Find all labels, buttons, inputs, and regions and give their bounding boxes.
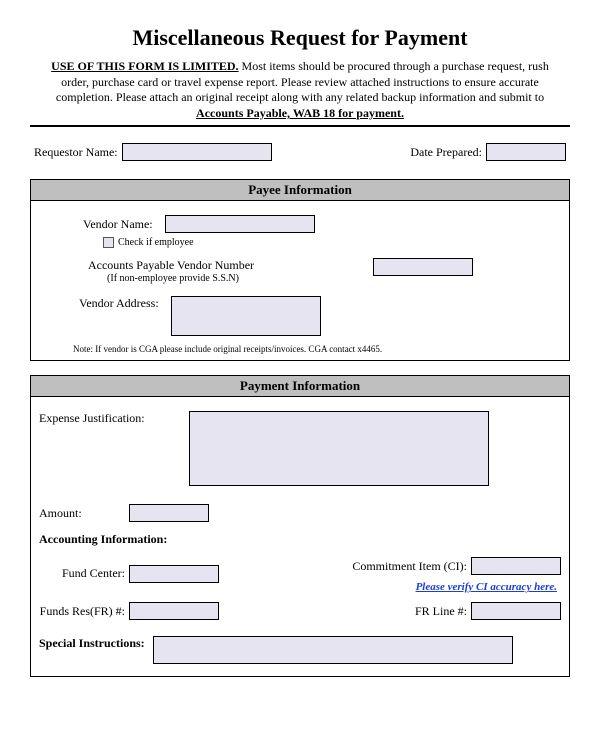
requestor-input[interactable] (122, 143, 272, 161)
requestor-label: Requestor Name: (34, 145, 122, 160)
intro-text: USE OF THIS FORM IS LIMITED. Most items … (40, 59, 560, 121)
apvn-sub: (If non-employee provide S.S.N) (73, 273, 273, 284)
amount-input[interactable] (129, 504, 209, 522)
vendor-name-label: Vendor Name: (83, 217, 157, 232)
requestor-row: Requestor Name: (34, 143, 272, 161)
accounting-label: Accounting Information: (39, 532, 167, 547)
intro-lead: USE OF THIS FORM IS LIMITED. (51, 59, 238, 73)
funds-res-label: Funds Res(FR) #: (39, 604, 129, 619)
date-row: Date Prepared: (410, 143, 566, 161)
apvn-label: Accounts Payable Vendor Number (73, 258, 273, 273)
employee-checkbox[interactable] (103, 237, 114, 248)
verify-ci-link[interactable]: Please verify CI accuracy here. (416, 581, 557, 593)
vendor-name-input[interactable] (165, 215, 315, 233)
payee-header: Payee Information (31, 180, 569, 201)
divider (30, 125, 570, 127)
vendor-address-input[interactable] (171, 296, 321, 336)
fund-center-input[interactable] (129, 565, 219, 583)
fr-line-label: FR Line #: (415, 604, 471, 619)
payee-section: Payee Information Vendor Name: Check if … (30, 179, 570, 361)
expense-label: Expense Justification: (39, 411, 159, 426)
date-label: Date Prepared: (410, 145, 486, 160)
funds-res-input[interactable] (129, 602, 219, 620)
commitment-label: Commitment Item (CI): (352, 559, 471, 574)
page-title: Miscellaneous Request for Payment (30, 25, 570, 51)
expense-input[interactable] (189, 411, 489, 486)
employee-checkbox-label: Check if employee (114, 237, 198, 248)
commitment-input[interactable] (471, 557, 561, 575)
fund-center-label: Fund Center: (39, 566, 129, 581)
apvn-input[interactable] (373, 258, 473, 276)
date-input[interactable] (486, 143, 566, 161)
intro-tail: Accounts Payable, WAB 18 for payment. (196, 106, 404, 120)
fr-line-input[interactable] (471, 602, 561, 620)
payee-note: Note: If vendor is CGA please include or… (43, 340, 557, 354)
payment-header: Payment Information (31, 376, 569, 397)
payment-section: Payment Information Expense Justificatio… (30, 375, 570, 677)
vendor-address-label: Vendor Address: (79, 296, 163, 311)
amount-label: Amount: (39, 506, 99, 521)
special-input[interactable] (153, 636, 513, 664)
special-label: Special Instructions: (39, 636, 149, 651)
